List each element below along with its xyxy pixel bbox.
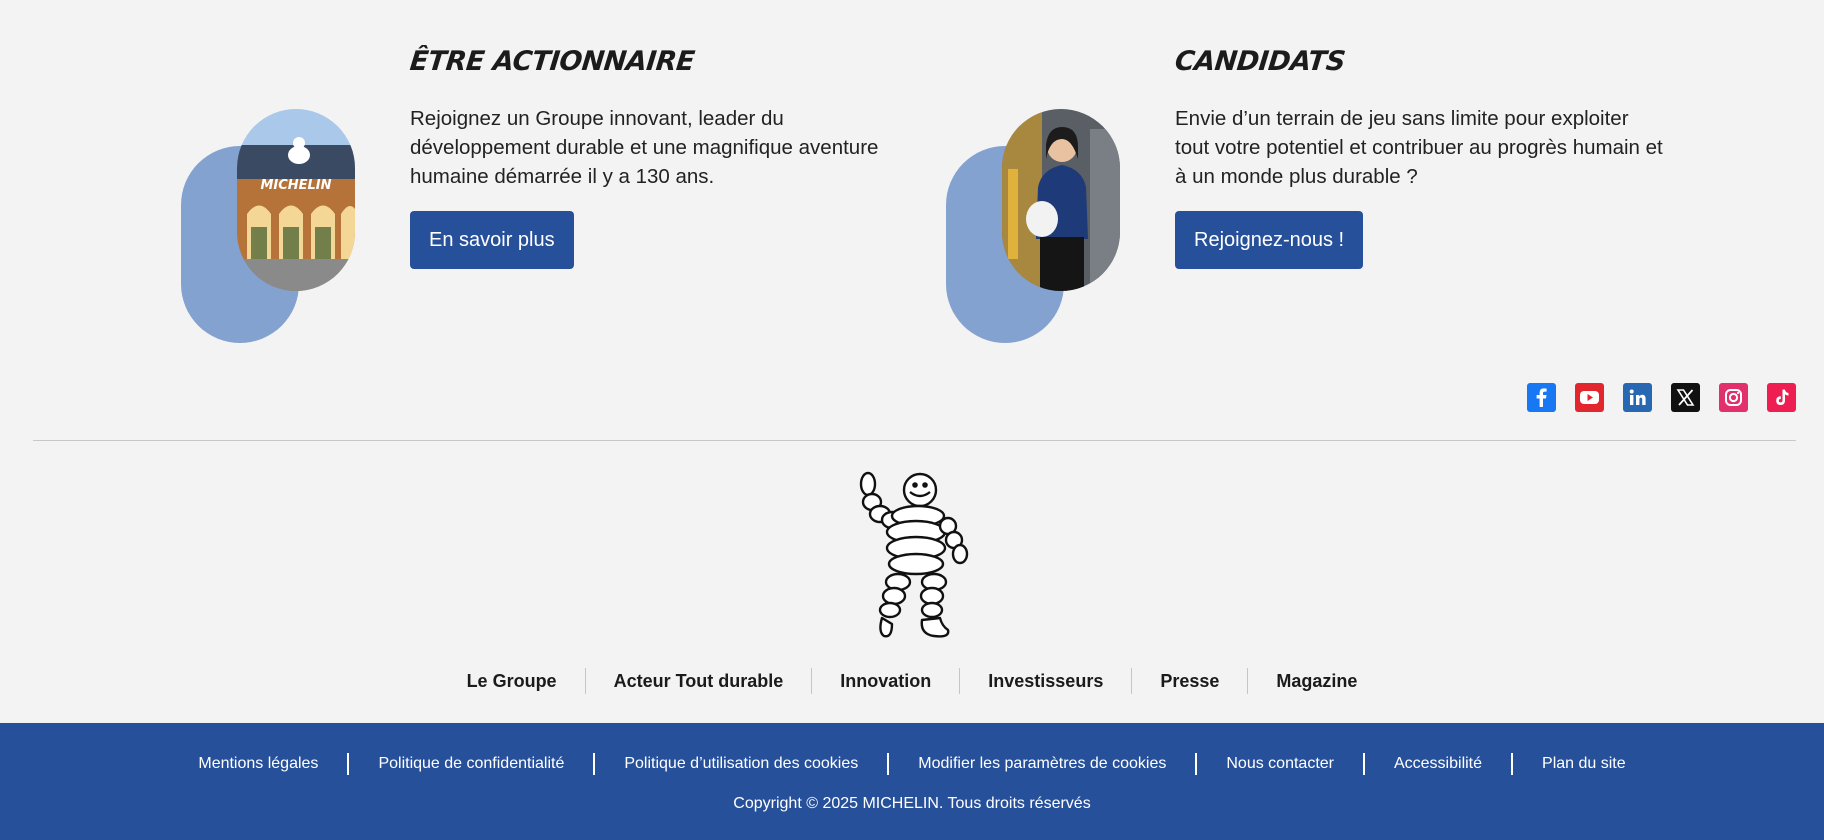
- legal-mentions-link[interactable]: Mentions légales: [169, 753, 347, 775]
- nav-le-groupe[interactable]: Le Groupe: [439, 668, 585, 694]
- accessibility-link[interactable]: Accessibilité: [1365, 753, 1511, 775]
- svg-text:MICHELIN: MICHELIN: [260, 178, 331, 193]
- employee-photo: [1002, 109, 1120, 291]
- nav-investisseurs[interactable]: Investisseurs: [960, 668, 1131, 694]
- card-title: Candidats: [1173, 46, 1347, 77]
- join-us-button[interactable]: Rejoignez-nous !: [1175, 211, 1364, 269]
- footer-divider: [33, 440, 1796, 441]
- cookie-settings-link[interactable]: Modifier les paramètres de cookies: [889, 753, 1195, 775]
- card-description: Envie d’un terrain de jeu sans limite po…: [1175, 107, 1663, 188]
- nav-acteur-tout-durable[interactable]: Acteur Tout durable: [586, 668, 812, 694]
- youtube-icon[interactable]: [1575, 383, 1604, 412]
- privacy-policy-link[interactable]: Politique de confidentialité: [349, 753, 593, 775]
- card-description: Rejoignez un Groupe innovant, leader du …: [410, 107, 879, 188]
- legal-links: Mentions légales Politique de confidenti…: [0, 753, 1824, 775]
- instagram-icon[interactable]: [1719, 383, 1748, 412]
- linkedin-icon[interactable]: [1623, 383, 1652, 412]
- legal-footer: Mentions légales Politique de confidenti…: [0, 723, 1824, 840]
- contact-link[interactable]: Nous contacter: [1197, 753, 1363, 775]
- sitemap-link[interactable]: Plan du site: [1513, 753, 1655, 775]
- nav-presse[interactable]: Presse: [1132, 668, 1247, 694]
- learn-more-button[interactable]: En savoir plus: [410, 211, 574, 269]
- cookie-policy-link[interactable]: Politique d’utilisation des cookies: [595, 753, 887, 775]
- nav-innovation[interactable]: Innovation: [812, 668, 959, 694]
- michelin-building-photo: MICHELIN: [237, 109, 355, 291]
- footer-main-nav: Le Groupe Acteur Tout durable Innovation…: [0, 668, 1824, 694]
- x-icon[interactable]: [1671, 383, 1700, 412]
- copyright-text: Copyright © 2025 MICHELIN. Tous droits r…: [733, 795, 1091, 812]
- nav-magazine[interactable]: Magazine: [1248, 668, 1385, 694]
- facebook-icon[interactable]: [1527, 383, 1556, 412]
- card-title: Être actionnaire: [408, 46, 696, 77]
- bibendum-mascot-icon: [850, 468, 978, 640]
- tiktok-icon[interactable]: [1767, 383, 1796, 412]
- social-links: [1527, 383, 1796, 412]
